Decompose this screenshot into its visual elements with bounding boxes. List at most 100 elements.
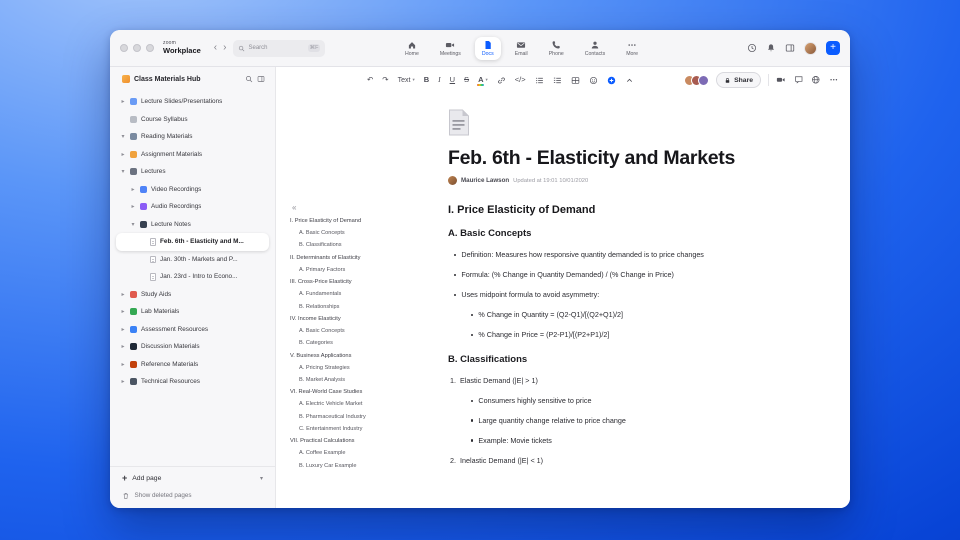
outline-item[interactable]: A. Basic Concepts <box>290 329 418 335</box>
sidebar-search-icon[interactable] <box>245 75 253 83</box>
chevron-right-icon[interactable]: ▸ <box>130 186 136 193</box>
chevron-right-icon[interactable]: ▸ <box>120 291 126 298</box>
outline-item[interactable]: V. Business Applications <box>290 353 418 360</box>
outline-item[interactable]: B. Market Analysis <box>290 377 418 384</box>
outline-item[interactable]: A. Pricing Strategies <box>290 365 418 372</box>
outline-item[interactable]: A. Basic Concepts <box>290 231 418 237</box>
chevron-right-icon[interactable]: ▸ <box>130 203 136 210</box>
search-icon <box>246 76 253 83</box>
share-button[interactable]: Share <box>716 72 761 88</box>
fullscreen-button[interactable] <box>146 44 154 52</box>
outline-item[interactable]: A. Fundamentals <box>290 292 418 298</box>
chevron-down-icon[interactable]: ▾ <box>120 133 126 140</box>
close-button[interactable] <box>120 44 128 52</box>
sidebar-item[interactable]: ▾ Lectures <box>116 163 269 181</box>
chevron-down-icon[interactable]: ▾ <box>130 221 136 228</box>
sidebar-item[interactable]: ▸ Lecture Slides/Presentations <box>116 93 269 111</box>
search-input[interactable]: Search ⌘F <box>233 39 326 57</box>
user-avatar[interactable] <box>804 41 817 55</box>
chevron-right-icon[interactable]: ▸ <box>120 308 126 315</box>
history-button[interactable] <box>747 43 757 53</box>
emoji-button[interactable] <box>586 74 601 87</box>
bold-button[interactable]: B <box>421 74 432 86</box>
outline-item[interactable]: B. Categories <box>290 341 418 347</box>
chevron-down-icon[interactable]: ▾ <box>120 168 126 175</box>
language-button[interactable] <box>811 75 821 85</box>
sidebar-item[interactable]: ▸ Audio Recordings <box>116 198 269 216</box>
insert-button[interactable] <box>604 74 619 87</box>
tab-docs[interactable]: Docs <box>474 36 501 61</box>
tab-phone[interactable]: Phone <box>542 37 571 60</box>
nav-back-button[interactable]: ‹ <box>211 43 220 53</box>
new-item-button[interactable]: + <box>826 41 840 55</box>
chevron-right-icon[interactable]: ▸ <box>120 378 126 385</box>
sidebar-item[interactable]: Feb. 6th - Elasticity and M... <box>116 233 269 251</box>
bulleted-list-button[interactable] <box>532 74 547 87</box>
tab-more[interactable]: More <box>619 37 645 60</box>
sidebar-item[interactable]: ▸ Assessment Resources <box>116 321 269 339</box>
tab-email[interactable]: Email <box>508 37 535 60</box>
outline-item[interactable]: B. Luxury Car Example <box>290 463 418 470</box>
collapse-toolbar-button[interactable] <box>622 74 637 87</box>
undo-button[interactable]: ↶ <box>364 74 376 86</box>
link-button[interactable] <box>494 74 509 87</box>
doc-title[interactable]: Feb. 6th - Elasticity and Markets <box>448 147 820 169</box>
sidebar-collapse-icon[interactable] <box>257 75 265 83</box>
outline-item[interactable]: C. Entertainment Industry <box>290 426 418 433</box>
outline-item[interactable]: A. Electric Vehicle Market <box>290 402 418 408</box>
chevron-right-icon[interactable]: ▸ <box>120 98 126 105</box>
comments-button[interactable] <box>794 75 804 85</box>
outline-item[interactable]: B. Pharmaceutical Industry <box>290 414 418 421</box>
sidebar-item[interactable]: Jan. 30th - Markets and P... <box>116 251 269 269</box>
outline-item[interactable]: A. Coffee Example <box>290 451 418 457</box>
outline-item[interactable]: III. Cross-Price Elasticity <box>290 279 418 286</box>
doc-body[interactable]: I. Price Elasticity of Demand A. Basic Co… <box>448 204 820 464</box>
sidebar-item[interactable]: Course Syllabus <box>116 111 269 129</box>
outline-item[interactable]: VI. Real-World Case Studies <box>290 389 418 396</box>
more-options-button[interactable] <box>829 75 839 85</box>
collapse-outline-button[interactable]: « <box>292 203 296 212</box>
outline-item[interactable]: B. Classifications <box>290 243 418 249</box>
show-deleted-pages-button[interactable]: Show deleted pages <box>122 492 263 500</box>
collaborator-avatar[interactable] <box>698 74 710 86</box>
outline-item[interactable]: II. Determinants of Elasticity <box>290 255 418 262</box>
video-button[interactable] <box>776 75 786 85</box>
sidebar-item[interactable]: ▸ Discussion Materials <box>116 338 269 356</box>
sidebar-item[interactable]: ▾ Reading Materials <box>116 128 269 146</box>
code-button[interactable]: </> <box>512 74 529 86</box>
notifications-button[interactable] <box>766 43 776 53</box>
table-button[interactable] <box>568 74 583 87</box>
redo-button[interactable]: ↷ <box>379 74 391 86</box>
sidebar-item[interactable]: ▸ Study Aids <box>116 286 269 304</box>
chevron-right-icon[interactable]: ▸ <box>120 151 126 158</box>
tab-contacts[interactable]: Contacts <box>578 37 612 60</box>
outline-item[interactable]: IV. Income Elasticity <box>290 316 418 323</box>
sidebar-item[interactable]: ▸ Video Recordings <box>116 181 269 199</box>
tab-home[interactable]: Home <box>398 37 426 60</box>
sidebar-item[interactable]: ▾ Lecture Notes <box>116 216 269 234</box>
sidebar-item[interactable]: Jan. 23rd - Intro to Econo... <box>116 268 269 286</box>
text-style-button[interactable]: Text ▾ <box>395 75 418 86</box>
layout-button[interactable] <box>785 43 795 53</box>
outline-item[interactable]: A. Primary Factors <box>290 267 418 274</box>
add-page-button[interactable]: + Add page ▾ <box>122 473 263 483</box>
sidebar-item[interactable]: ▸ Technical Resources <box>116 373 269 391</box>
outline-item[interactable]: I. Price Elasticity of Demand <box>290 218 418 225</box>
minimize-button[interactable] <box>133 44 141 52</box>
nav-forward-button[interactable]: › <box>220 43 229 53</box>
chevron-right-icon[interactable]: ▸ <box>120 361 126 368</box>
numbered-list-button[interactable] <box>550 74 565 87</box>
sidebar-item[interactable]: ▸ Lab Materials <box>116 303 269 321</box>
strikethrough-button[interactable]: S <box>461 74 472 86</box>
chevron-down-icon[interactable]: ▾ <box>260 475 263 482</box>
underline-button[interactable]: U <box>447 74 458 86</box>
italic-button[interactable]: I <box>435 74 444 86</box>
sidebar-item[interactable]: ▸ Assignment Materials <box>116 146 269 164</box>
text-color-button[interactable]: A ▾ <box>475 74 491 86</box>
chevron-right-icon[interactable]: ▸ <box>120 343 126 350</box>
outline-item[interactable]: VII. Practical Calculations <box>290 438 418 445</box>
chevron-right-icon[interactable]: ▸ <box>120 326 126 333</box>
tab-meetings[interactable]: Meetings <box>433 37 468 60</box>
sidebar-item[interactable]: ▸ Reference Materials <box>116 356 269 374</box>
outline-item[interactable]: B. Relationships <box>290 304 418 311</box>
